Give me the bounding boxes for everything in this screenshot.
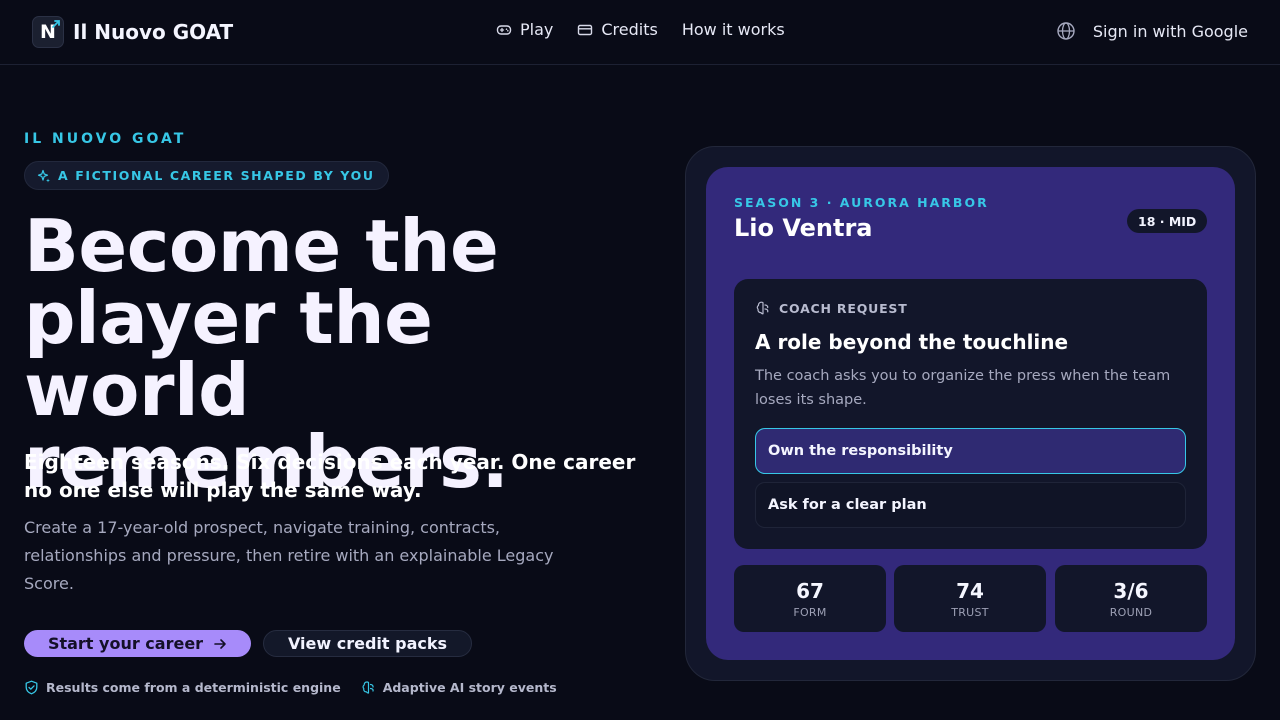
nav-item-credits-label: Credits <box>601 20 658 39</box>
arrow-right-icon <box>214 638 226 649</box>
season-label: SEASON 3 · AURORA HARBOR <box>734 195 989 210</box>
nav-item-how-it-works[interactable]: How it works <box>682 20 785 39</box>
feature-item: Adaptive AI story events <box>361 680 557 695</box>
hero-headline-line: player the world <box>24 276 433 432</box>
event-tag: COACH REQUEST <box>755 300 908 316</box>
hero-headline-line: Become the <box>24 204 499 288</box>
arrow-up-right-icon <box>52 20 60 28</box>
feature-list: Results come from a deterministic engine… <box>24 680 557 695</box>
stat-value: 74 <box>956 578 984 603</box>
gamepad-icon <box>496 24 512 35</box>
hero-subheadline: Eighteen seasons. Six decisions each yea… <box>24 450 636 502</box>
stat-label: ROUND <box>1109 605 1153 619</box>
hero-tagline-label: A FICTIONAL CAREER SHAPED BY YOU <box>58 168 375 183</box>
start-career-button[interactable]: Start your career <box>24 630 251 657</box>
brain-icon <box>362 681 374 694</box>
hero-description: Create a 17-year-old prospect, navigate … <box>24 518 554 593</box>
view-credit-packs-button[interactable]: View credit packs <box>263 630 472 657</box>
stat-form: 67 FORM <box>734 565 886 632</box>
choice-ask-clear-plan[interactable]: Ask for a clear plan <box>755 482 1186 528</box>
hero-eyebrow: IL NUOVO GOAT <box>24 131 187 147</box>
header-actions: Sign in with Google <box>1055 20 1248 42</box>
feature-item: Results come from a deterministic engine <box>24 680 341 695</box>
brand-name: Il Nuovo GOAT <box>73 20 234 44</box>
hero-tagline-pill: A FICTIONAL CAREER SHAPED BY YOU <box>24 161 389 190</box>
language-button[interactable] <box>1055 20 1077 42</box>
nav-item-how-it-works-label: How it works <box>681 20 785 39</box>
brand-logo-link[interactable]: N Il Nuovo GOAT <box>32 16 233 48</box>
stat-value: 67 <box>796 578 824 603</box>
nav-item-play[interactable]: Play <box>496 20 553 39</box>
sparkles-icon <box>37 169 50 182</box>
main-nav: Play Credits How it works <box>496 20 785 39</box>
brand-logo-icon: N <box>32 16 64 48</box>
shield-check-icon <box>25 680 38 695</box>
player-name: Lio Ventra <box>734 214 873 242</box>
start-career-label: Start your career <box>47 634 204 653</box>
top-navigation-bar: N Il Nuovo GOAT Play Credits How it work… <box>0 0 1280 65</box>
brain-icon <box>756 301 769 315</box>
stat-label: FORM <box>793 605 827 619</box>
credit-card-icon <box>578 24 593 35</box>
age-position-badge: 18 · MID <box>1127 209 1208 233</box>
nav-item-play-label: Play <box>520 20 554 39</box>
feature-item-label: Adaptive AI story events <box>382 680 557 695</box>
nav-item-credits[interactable]: Credits <box>577 20 658 39</box>
choice-own-responsibility[interactable]: Own the responsibility <box>755 428 1186 474</box>
globe-icon <box>1057 22 1075 40</box>
event-title: A role beyond the touchline <box>755 330 1069 354</box>
stat-trust: 74 TRUST <box>894 565 1046 632</box>
event-description: The coach asks you to organize the press… <box>755 368 1171 408</box>
stat-label: TRUST <box>951 605 989 619</box>
stat-value: 3/6 <box>1113 578 1149 603</box>
stat-round: 3/6 ROUND <box>1055 565 1207 632</box>
event-tag-label: COACH REQUEST <box>779 300 908 316</box>
feature-item-label: Results come from a deterministic engine <box>46 680 341 695</box>
sign-in-google-button[interactable]: Sign in with Google <box>1093 22 1248 41</box>
